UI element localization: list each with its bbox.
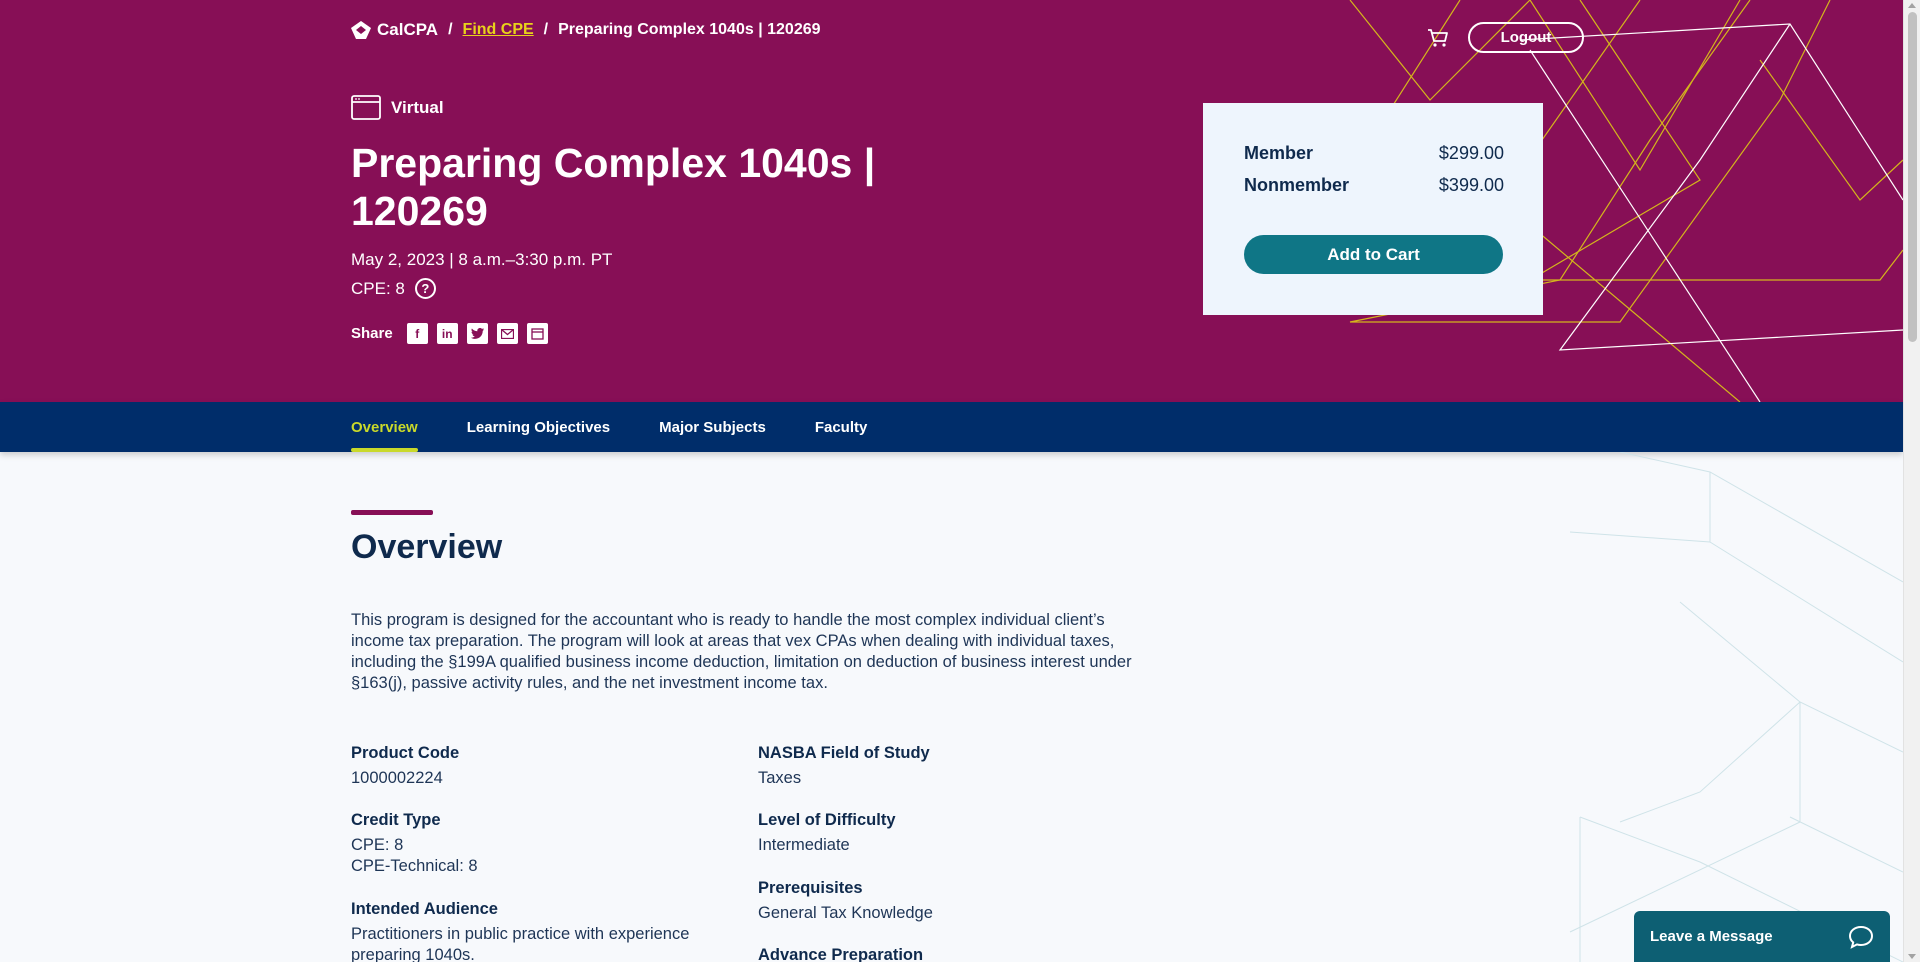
- question-mark-icon[interactable]: ?: [414, 278, 436, 299]
- cpe-value: CPE: 8: [351, 278, 405, 298]
- breadcrumb-separator: /: [448, 21, 453, 38]
- overview-description: This program is designed for the account…: [351, 611, 1132, 692]
- logout-button[interactable]: Logout: [1468, 22, 1584, 53]
- course-hero: CalCPA / Find CPE / Preparing Complex 10…: [0, 0, 1903, 402]
- field-value: 1000002224: [351, 769, 443, 787]
- twitter-icon[interactable]: [466, 323, 488, 344]
- nonmember-price: $399.00: [1438, 175, 1504, 195]
- email-icon[interactable]: [496, 323, 518, 344]
- page-title: Preparing Complex 1040s | 120269: [351, 140, 876, 234]
- breadcrumb-current: Preparing Complex 1040s | 120269: [558, 21, 821, 38]
- nonmember-label: Nonmember: [1244, 175, 1350, 195]
- chat-label: Leave a Message: [1650, 928, 1773, 945]
- field-level-of-difficulty: Level of Difficulty Intermediate: [758, 810, 1148, 856]
- virtual-icon: [351, 95, 381, 120]
- decorative-lines: [1349, 0, 1903, 402]
- breadcrumb-link-find-cpe[interactable]: Find CPE: [463, 21, 534, 39]
- section-heading-overview: Overview: [351, 528, 503, 566]
- field-label: Advance Preparation: [758, 946, 924, 962]
- member-label: Member: [1244, 143, 1314, 163]
- chat-bubble-icon: [1848, 925, 1874, 949]
- pricing-card: Member $299.00 Nonmember $399.00 Add to …: [1203, 103, 1543, 315]
- tab-faculty[interactable]: Faculty: [815, 402, 868, 452]
- course-format: Virtual: [351, 95, 444, 120]
- breadcrumb: CalCPA / Find CPE / Preparing Complex 10…: [351, 20, 821, 40]
- scroll-up-arrow-icon[interactable]: [1908, 3, 1916, 8]
- field-advance-preparation: Advance Preparation: [758, 945, 1148, 962]
- member-price-row: Member $299.00: [1244, 143, 1504, 164]
- course-date: May 2, 2023 | 8 a.m.–3:30 p.m. PT: [351, 250, 613, 269]
- field-value: Intermediate: [758, 836, 850, 854]
- section-divider: [351, 510, 433, 515]
- field-intended-audience: Intended Audience Practitioners in publi…: [351, 899, 741, 962]
- field-nasba-field-of-study: NASBA Field of Study Taxes: [758, 743, 1148, 789]
- nonmember-price-row: Nonmember $399.00: [1244, 175, 1504, 196]
- chat-widget[interactable]: Leave a Message: [1634, 911, 1890, 962]
- field-value: CPE: 8: [351, 836, 404, 854]
- field-label: Prerequisites: [758, 879, 863, 897]
- field-product-code: Product Code 1000002224: [351, 743, 741, 789]
- field-label: NASBA Field of Study: [758, 744, 930, 762]
- field-prerequisites: Prerequisites General Tax Knowledge: [758, 878, 1148, 924]
- member-price: $299.00: [1438, 143, 1504, 163]
- calcpa-logo[interactable]: CalCPA: [351, 20, 438, 40]
- share-icons: f in: [406, 323, 548, 344]
- field-label: Intended Audience: [351, 900, 498, 918]
- section-tabs-bar: Overview Learning Objectives Major Subje…: [0, 402, 1903, 452]
- scroll-down-arrow-icon[interactable]: [1908, 954, 1916, 959]
- field-label: Product Code: [351, 744, 460, 762]
- tab-learning-objectives[interactable]: Learning Objectives: [467, 402, 610, 452]
- course-cpe: CPE: 8 ?: [351, 278, 436, 299]
- share-bar: Share f in: [351, 323, 548, 344]
- field-label: Level of Difficulty: [758, 811, 896, 829]
- page-scrollbar[interactable]: [1903, 0, 1920, 962]
- field-value: Practitioners in public practice with ex…: [351, 925, 690, 962]
- calcpa-logo-icon: [351, 21, 371, 39]
- linkedin-icon[interactable]: in: [436, 323, 458, 344]
- format-label: Virtual: [391, 97, 444, 117]
- field-credit-type: Credit Type CPE: 8 CPE-Technical: 8: [351, 810, 741, 877]
- logo-text: CalCPA: [377, 20, 439, 39]
- facebook-icon[interactable]: f: [406, 323, 428, 344]
- breadcrumb-separator: /: [543, 21, 549, 38]
- section-tabs: Overview Learning Objectives Major Subje…: [351, 402, 867, 452]
- add-to-cart-button[interactable]: Add to Cart: [1244, 235, 1503, 274]
- field-value: Taxes: [758, 769, 802, 787]
- tab-overview[interactable]: Overview: [351, 402, 418, 452]
- scrollbar-thumb[interactable]: [1908, 12, 1917, 342]
- field-value: CPE-Technical: 8: [351, 857, 478, 875]
- decorative-lines: [1569, 452, 1903, 962]
- cart-icon[interactable]: [1426, 26, 1450, 50]
- field-value: General Tax Knowledge: [758, 904, 933, 922]
- calendar-icon[interactable]: [526, 323, 548, 344]
- tab-major-subjects[interactable]: Major Subjects: [659, 402, 766, 452]
- share-label: Share: [351, 325, 393, 342]
- field-label: Credit Type: [351, 811, 441, 829]
